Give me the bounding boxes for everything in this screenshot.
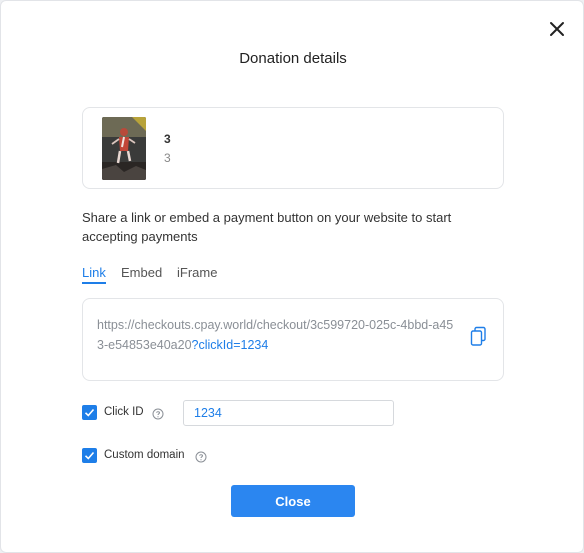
close-icon[interactable] — [545, 17, 569, 41]
tab-embed[interactable]: Embed — [121, 265, 162, 280]
custom-domain-label: Custom domain — [104, 449, 185, 461]
click-id-input[interactable] — [183, 400, 394, 426]
checkout-url-box: https://checkouts.cpay.world/checkout/3c… — [82, 298, 504, 381]
product-name: 3 — [164, 132, 171, 146]
product-description: 3 — [164, 151, 171, 165]
active-tab-indicator — [82, 282, 106, 284]
share-description: Share a link or embed a payment button o… — [82, 210, 452, 244]
donation-details-dialog: Donation details 3 3 Share a link or emb… — [0, 0, 584, 553]
checkout-url-base: https://checkouts.cpay.world/checkout/3c… — [97, 318, 454, 352]
product-card: 3 3 — [82, 107, 504, 189]
click-id-checkbox[interactable] — [82, 405, 97, 420]
tab-link[interactable]: Link — [82, 265, 106, 280]
dialog-title: Donation details — [239, 50, 347, 67]
click-id-label: Click ID — [104, 406, 144, 418]
checkout-url-click-param: ?clickId=1234 — [191, 338, 269, 352]
help-icon[interactable] — [195, 450, 207, 463]
tab-iframe[interactable]: iFrame — [177, 265, 217, 280]
product-thumbnail — [102, 117, 146, 180]
custom-domain-checkbox[interactable] — [82, 448, 97, 463]
checkout-url[interactable]: https://checkouts.cpay.world/checkout/3c… — [97, 315, 457, 355]
copy-icon[interactable] — [469, 326, 489, 348]
close-button[interactable]: Close — [231, 485, 355, 517]
help-icon[interactable] — [152, 407, 164, 420]
